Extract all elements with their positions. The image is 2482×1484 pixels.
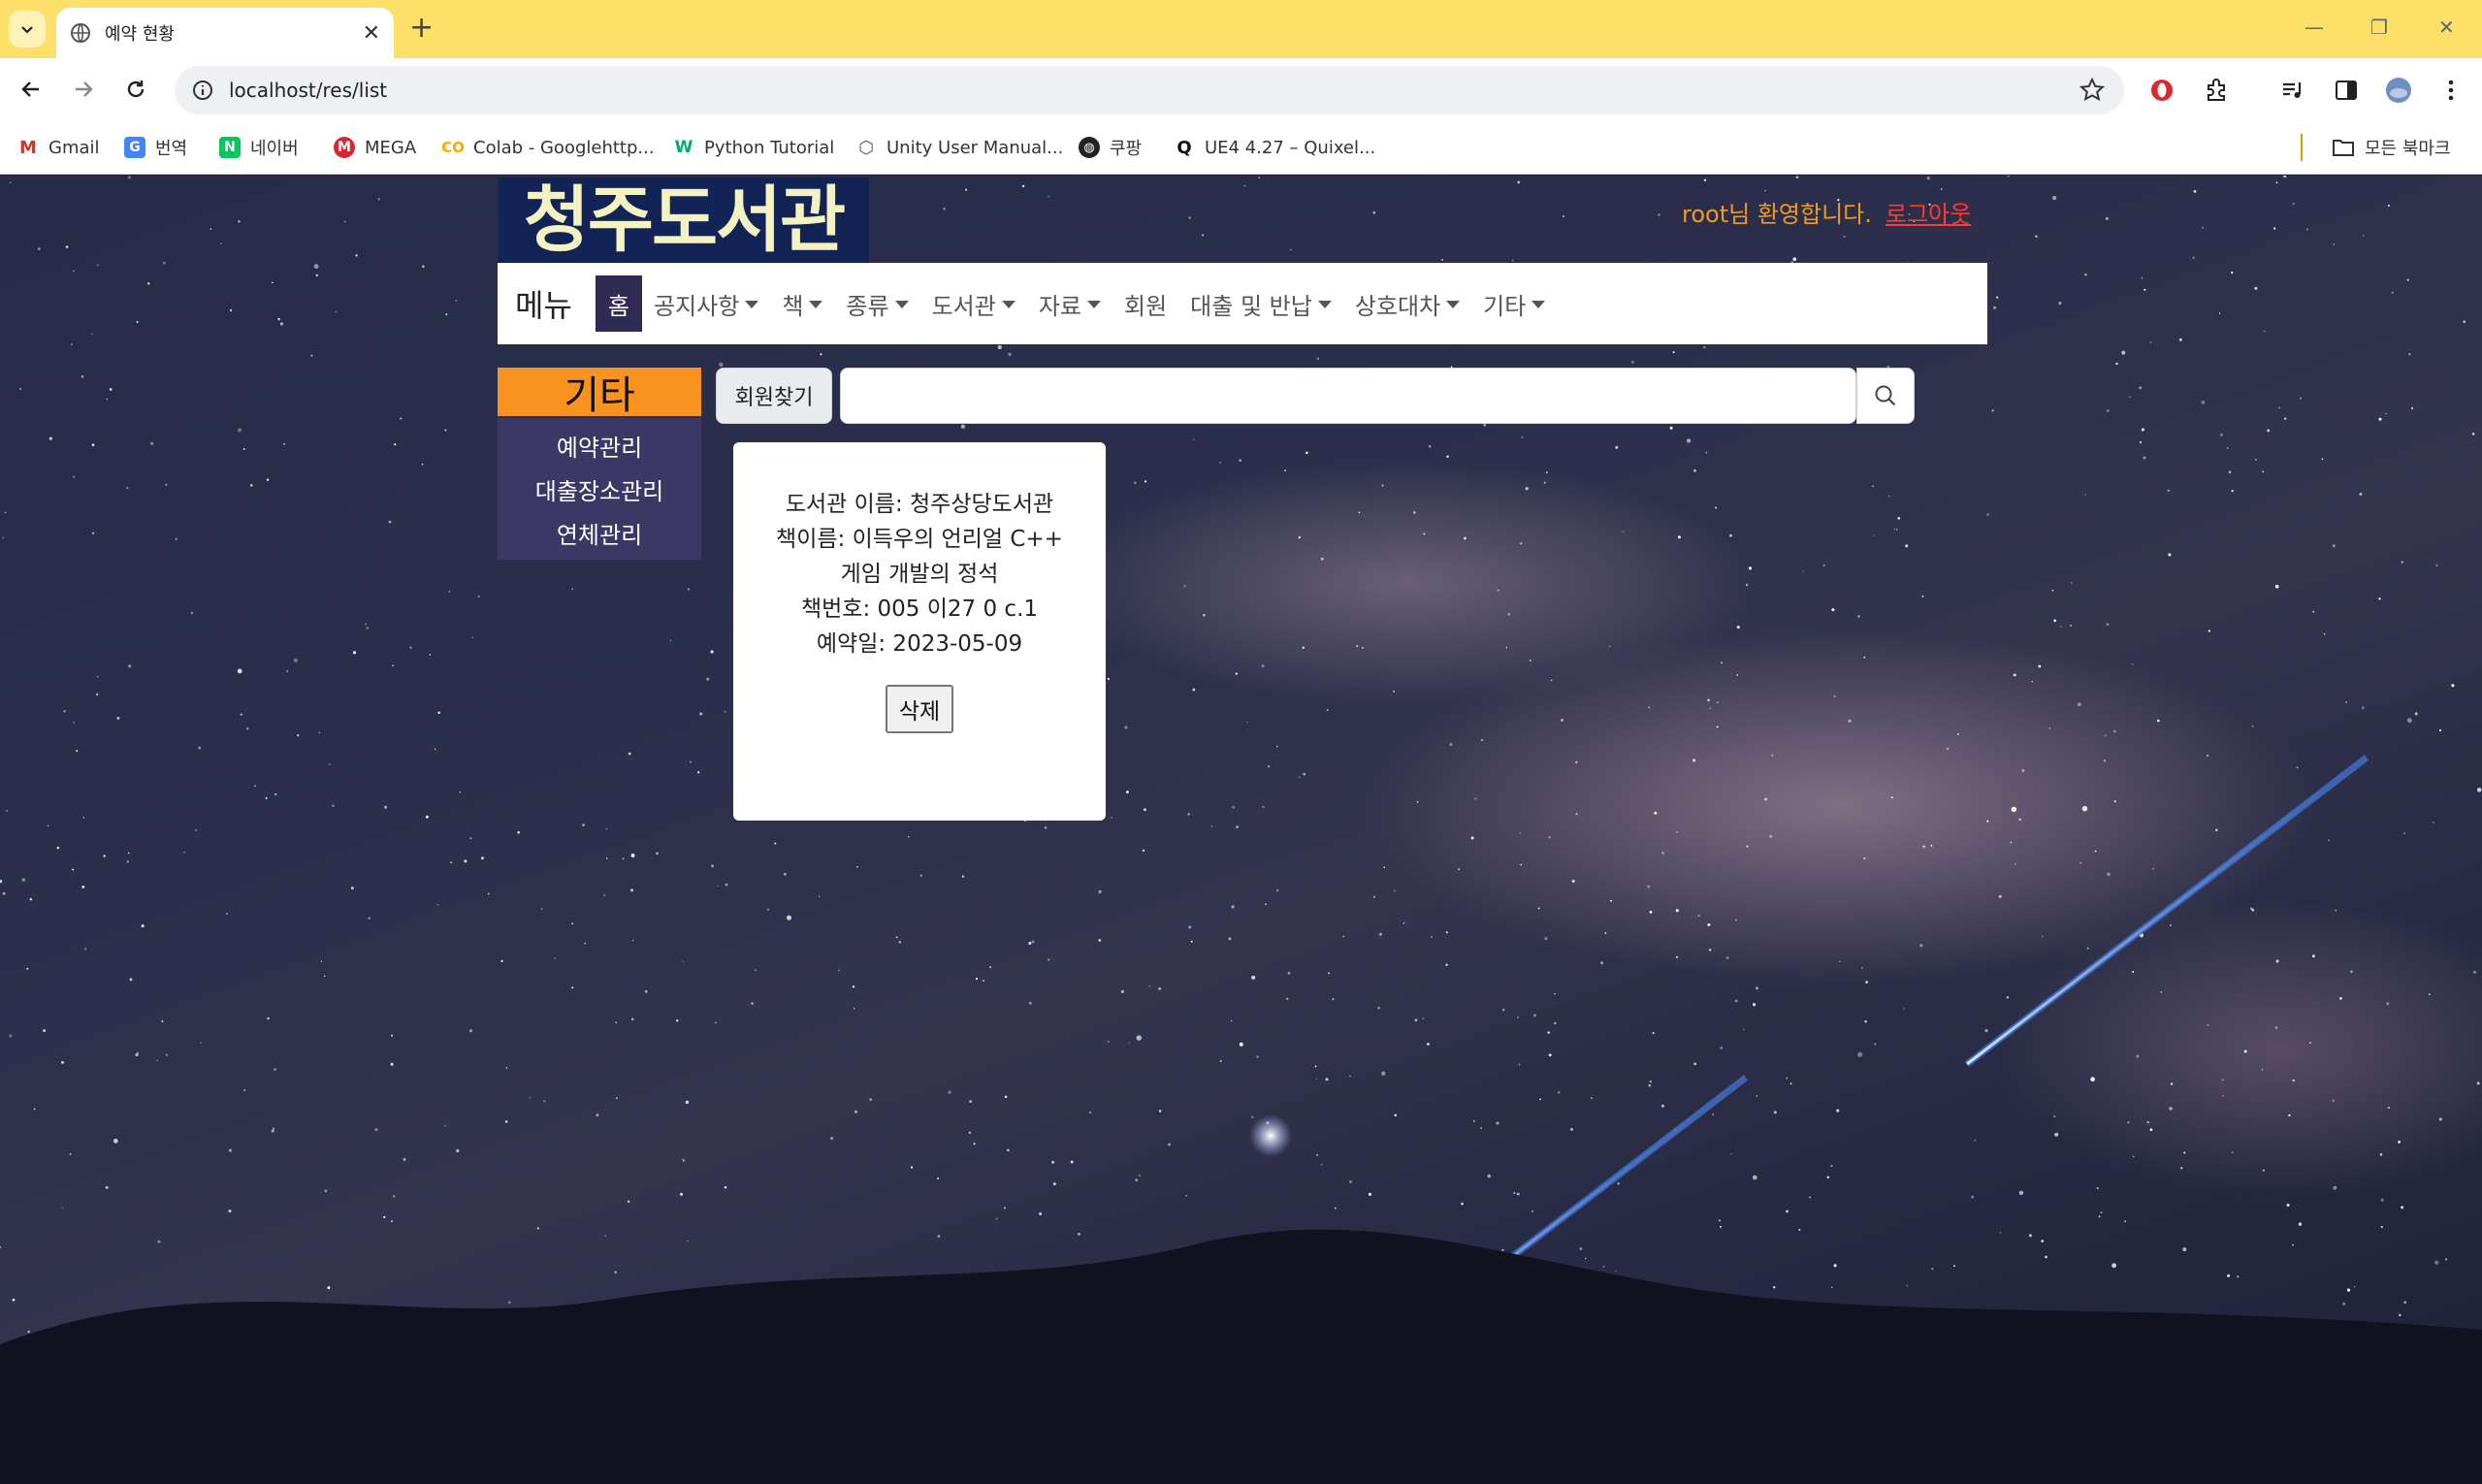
tab-title: 예약 현황 (105, 24, 175, 45)
bookmark-unity[interactable]: ⬡ Unity User Manual... (855, 134, 1063, 161)
page-viewport: 청주도서관 root님 환영합니다. 로그아웃 메뉴 홈 공지사항 책 종류 도… (0, 176, 2482, 1484)
welcome-message: root님 환영합니다. (1682, 201, 1872, 228)
site-logo[interactable]: 청주도서관 (499, 177, 869, 263)
arrow-right-icon (76, 81, 93, 97)
search-input[interactable] (840, 368, 1856, 424)
logout-link[interactable]: 로그아웃 (1886, 195, 1971, 229)
sidebar-item-overdue[interactable]: 연체관리 (498, 511, 701, 555)
minimize-icon[interactable]: — (2305, 16, 2324, 39)
reservation-call-number: 책번호: 005 이27 0 c.1 (800, 597, 1039, 622)
bookmark-translate[interactable]: G 번역 (124, 134, 187, 161)
nav-interlibrary-loan[interactable]: 상호대차 (1343, 275, 1471, 332)
nav-category[interactable]: 종류 (834, 275, 919, 332)
caret-down-icon (809, 301, 823, 308)
chevron-down-icon (21, 26, 33, 34)
search-icon (1875, 385, 1896, 406)
browser-tab[interactable]: 예약 현황 ✕ (56, 8, 394, 58)
reservation-date: 예약일: 2023-05-09 (816, 631, 1023, 657)
tab-search-button[interactable] (9, 11, 46, 48)
naver-icon: N (219, 137, 241, 158)
new-tab-button[interactable]: + (409, 12, 434, 45)
folder-icon (2333, 140, 2354, 156)
more-menu-icon[interactable] (2436, 76, 2466, 105)
restore-icon[interactable]: ❐ (2370, 16, 2388, 39)
opera-extension-icon[interactable] (2147, 76, 2176, 105)
bookmark-python-tutorial[interactable]: W Python Tutorial (673, 134, 834, 161)
caret-down-icon (1446, 301, 1461, 308)
profile-avatar[interactable] (2384, 76, 2413, 105)
caret-down-icon (745, 301, 759, 308)
forward-button[interactable] (66, 72, 101, 107)
close-tab-icon[interactable]: ✕ (363, 21, 380, 46)
bookmarks-bar: M Gmail G 번역 N 네이버 M MEGA CO Colab - Goo… (0, 120, 2482, 175)
nav-material[interactable]: 자료 (1027, 275, 1112, 332)
back-button[interactable] (14, 72, 48, 107)
caret-down-icon (1317, 301, 1332, 308)
colab-icon: CO (441, 137, 465, 158)
reload-icon (127, 81, 145, 98)
close-window-icon[interactable]: ✕ (2438, 16, 2455, 39)
bookmark-colab[interactable]: CO Colab - Googlehttp... (441, 134, 655, 161)
all-bookmarks-button[interactable]: 모든 북마크 (2301, 134, 2451, 161)
bookmark-mega[interactable]: M MEGA (334, 134, 416, 161)
media-control-icon[interactable] (2278, 76, 2307, 105)
arrow-left-icon (21, 81, 39, 97)
search-type-button[interactable]: 회원찾기 (716, 368, 832, 424)
nav-loan-return[interactable]: 대출 및 반납 (1178, 275, 1343, 332)
globe-icon: ◍ (1079, 137, 1100, 158)
logo-text: 청주도서관 (523, 178, 846, 262)
sidebar-title: 기타 (498, 368, 701, 418)
bookmark-quixel[interactable]: Q UE4 4.27 – Quixel... (1174, 134, 1375, 161)
sidebar-item-reservation[interactable]: 예약관리 (498, 424, 701, 468)
bookmark-naver[interactable]: N 네이버 (219, 134, 299, 161)
nav-library[interactable]: 도서관 (920, 275, 1027, 332)
w3schools-icon: W (673, 137, 694, 158)
menu-brand: 메뉴 (515, 287, 572, 324)
nav-home[interactable]: 홈 (595, 275, 642, 332)
address-bar[interactable]: localhost/res/list (175, 66, 2124, 114)
unity-icon: ⬡ (855, 137, 877, 158)
extensions-icon[interactable] (2202, 76, 2231, 105)
caret-down-icon (1531, 301, 1546, 308)
caret-down-icon (894, 301, 909, 308)
main-navbar: 메뉴 홈 공지사항 책 종류 도서관 자료 회원 대출 및 반납 상호대차 기타 (498, 263, 1987, 344)
translate-icon: G (124, 137, 145, 158)
reservation-book-title: 책이름: 이득우의 언리얼 C++ 게임 개발의 정석 (776, 527, 1063, 587)
bookmark-star-icon[interactable] (2079, 78, 2105, 103)
reservation-card: 도서관 이름: 청주상당도서관 책이름: 이득우의 언리얼 C++ 게임 개발의… (733, 442, 1106, 821)
reload-button[interactable] (118, 72, 153, 107)
caret-down-icon (1001, 301, 1015, 308)
mega-icon: M (334, 137, 355, 158)
globe-icon (71, 23, 90, 43)
reservation-library: 도서관 이름: 청주상당도서관 (785, 492, 1054, 517)
caret-down-icon (1087, 301, 1101, 308)
nav-book[interactable]: 책 (770, 275, 834, 332)
site-info-icon[interactable] (192, 80, 213, 101)
nav-member[interactable]: 회원 (1112, 275, 1178, 332)
browser-toolbar: localhost/res/list (0, 58, 2482, 120)
nav-notice[interactable]: 공지사항 (642, 275, 770, 332)
delete-button[interactable]: 삭제 (885, 685, 954, 733)
url-text: localhost/res/list (229, 79, 388, 102)
quixel-icon: Q (1174, 137, 1195, 158)
sidebar-menu: 예약관리 대출장소관리 연체관리 (498, 418, 701, 560)
tab-bar: 예약 현황 ✕ + — ❐ ✕ (0, 0, 2482, 58)
side-panel-icon[interactable] (2332, 76, 2361, 105)
nav-etc[interactable]: 기타 (1471, 275, 1557, 332)
gmail-icon: M (17, 137, 39, 158)
bookmark-coupang[interactable]: ◍ 쿠팡 (1079, 134, 1142, 161)
bookmark-gmail[interactable]: M Gmail (17, 134, 100, 161)
sidebar-item-loan-location[interactable]: 대출장소관리 (498, 468, 701, 511)
search-button[interactable] (1856, 368, 1915, 424)
